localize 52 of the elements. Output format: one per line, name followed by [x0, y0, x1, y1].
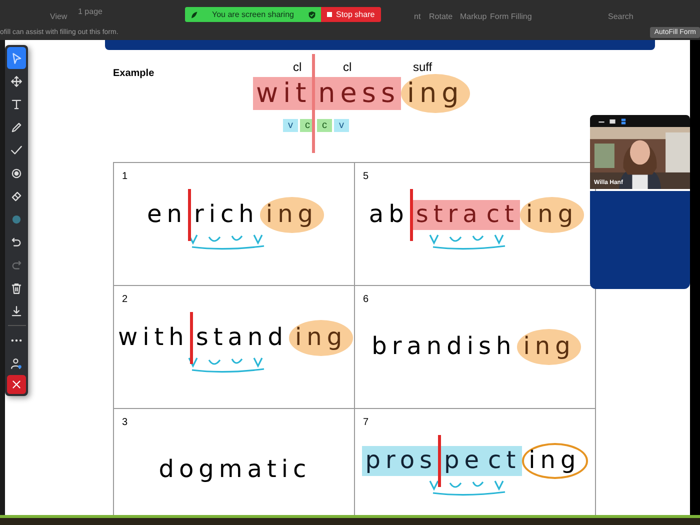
item-number: 5 [363, 171, 369, 182]
divider-line [410, 189, 413, 241]
word-part: pros [362, 446, 438, 476]
word-part: ct [485, 446, 522, 476]
divider-line [188, 189, 191, 241]
menu-item[interactable]: nt [414, 12, 421, 21]
menu-item[interactable]: Markup [460, 12, 487, 21]
menu-item[interactable]: Form Filling [490, 12, 532, 21]
letter-tag: c [317, 119, 332, 132]
word-part: ct [483, 200, 520, 230]
word-part: ing [260, 197, 324, 233]
word-part: ing [288, 320, 354, 356]
shield-icon [308, 10, 316, 18]
word-part: rich [192, 200, 260, 230]
word-part: ing [522, 443, 588, 479]
word-part: stra [412, 200, 484, 230]
menu-item[interactable]: Search [608, 12, 634, 21]
word-part: dogmatic [158, 455, 312, 485]
item-number: 6 [363, 294, 369, 305]
letter-tag: v [334, 119, 349, 132]
word-part: with [116, 323, 190, 353]
item-number: 3 [122, 417, 128, 428]
leaf-icon [190, 10, 198, 18]
menu-item[interactable]: 1 page [78, 7, 102, 16]
menu-item[interactable]: View [50, 12, 68, 21]
select-tool-icon[interactable] [7, 47, 26, 69]
stacked-view-icon[interactable] [620, 118, 627, 124]
divider-line [438, 435, 442, 487]
close-tool-icon[interactable] [7, 375, 26, 394]
divider-line [190, 312, 193, 364]
word-part: ness [315, 77, 402, 110]
word-part: stand [194, 323, 289, 353]
menu-item[interactable]: Rotate [429, 12, 453, 21]
word-part: pe [441, 446, 486, 476]
letter-tag: v [283, 119, 298, 132]
word-part: ing [520, 197, 584, 233]
example-heading: Example [113, 68, 156, 81]
item-number: 2 [122, 294, 128, 305]
item-number: 7 [363, 417, 369, 428]
item-number: 1 [122, 171, 128, 182]
word-part: ab [368, 200, 410, 230]
syllable-label: cl [293, 60, 302, 74]
syllable-label: cl [343, 60, 352, 74]
syllable-label: suff [413, 60, 432, 74]
window-icon[interactable] [609, 118, 616, 124]
word-part: ing [517, 329, 582, 365]
word-part: wit [253, 77, 312, 110]
word-part: en [146, 200, 188, 230]
share-status: You are screen sharing [185, 7, 321, 22]
stop-share-button[interactable]: Stop share [320, 7, 381, 22]
word-part: brandish [370, 332, 518, 362]
word-part: ing [401, 74, 470, 114]
